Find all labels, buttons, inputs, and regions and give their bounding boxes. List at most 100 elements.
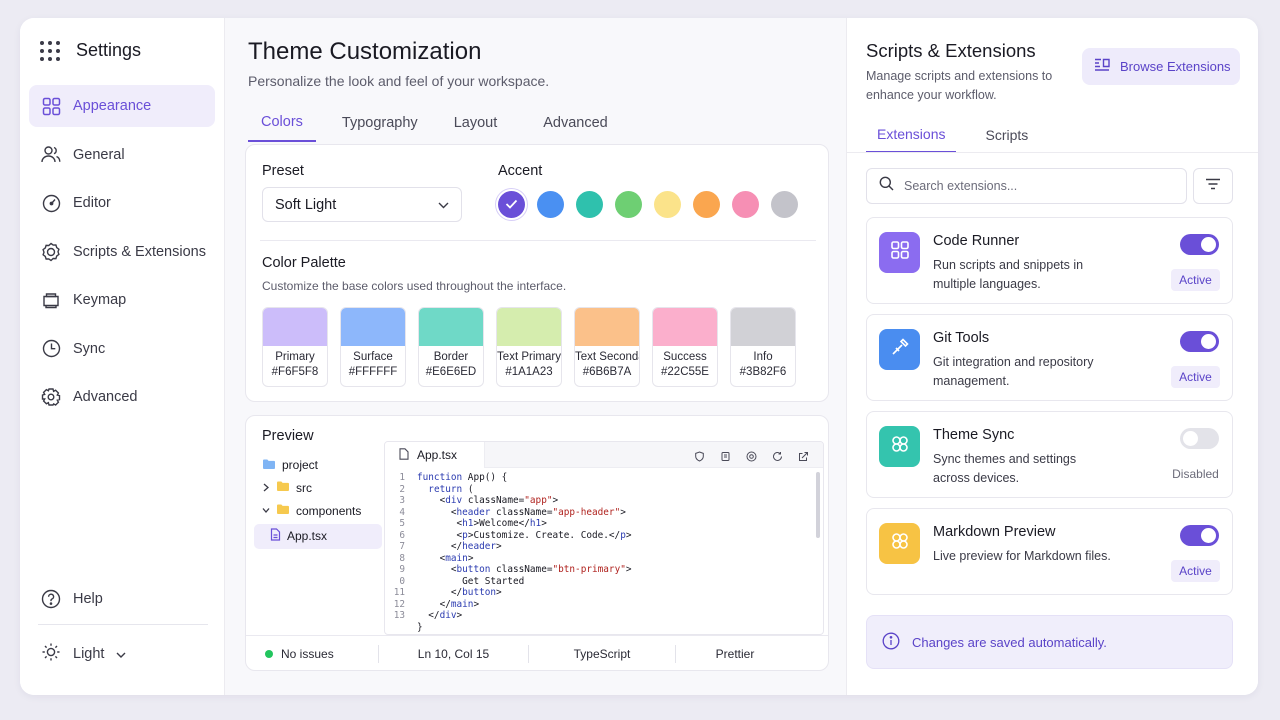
tab-extensions[interactable]: Extensions	[866, 116, 957, 153]
sun-icon	[41, 642, 61, 666]
tab-typography[interactable]: Typography	[329, 104, 431, 142]
tab-colors[interactable]: Colors	[248, 104, 316, 142]
preset-label: Preset	[262, 163, 304, 179]
sidebar-item-appearance[interactable]: Appearance	[29, 85, 215, 127]
editor-tab-app-tsx[interactable]: App.tsx	[385, 442, 485, 468]
extension-tile	[879, 426, 920, 467]
accent-swatch[interactable]	[498, 191, 525, 218]
share-icon[interactable]	[798, 449, 809, 467]
browse-extensions-label: Browse Extensions	[1120, 59, 1231, 74]
code-text: </main>	[417, 598, 480, 610]
accent-swatch[interactable]	[576, 191, 603, 218]
extension-card[interactable]: Markdown Preview Live preview for Markdow…	[866, 508, 1233, 595]
tab-advanced[interactable]: Advanced	[530, 104, 621, 142]
tree-item-project[interactable]: project	[254, 454, 382, 476]
line-number: 8	[399, 552, 405, 564]
chevron-down-icon	[262, 504, 270, 518]
palette-color[interactable]: Success #22C55E	[652, 307, 718, 387]
palette-color[interactable]: Info #3B82F6	[730, 307, 796, 387]
palette-chip	[419, 308, 483, 346]
sidebar-item-advanced[interactable]: Advanced	[29, 376, 215, 418]
search-input[interactable]	[904, 179, 1164, 193]
sidebar: Settings Appearance General Editor Scrip…	[20, 18, 225, 695]
tree-item-label: src	[296, 480, 312, 495]
palette-subtitle: Customize the base colors used throughou…	[262, 279, 567, 293]
extension-tile	[879, 523, 920, 564]
sidebar-item-general[interactable]: General	[29, 134, 215, 176]
refresh-icon[interactable]	[772, 449, 783, 467]
sidebar-item-keymap[interactable]: Keymap	[29, 279, 215, 321]
preset-select[interactable]: Soft Light	[262, 187, 462, 222]
autosave-text: Changes are saved automatically.	[912, 634, 1107, 650]
editor-scrollbar[interactable]	[816, 472, 820, 538]
palette-color[interactable]: Text Primary #1A1A23	[496, 307, 562, 387]
palette-color-hex: #1A1A23	[505, 366, 553, 378]
copy-icon[interactable]	[720, 449, 731, 467]
sidebar-item-sync[interactable]: Sync	[29, 328, 215, 370]
line-number: 12	[393, 598, 405, 610]
accent-swatch[interactable]	[615, 191, 642, 218]
page-title: Theme Customization	[248, 38, 482, 65]
info-icon	[882, 632, 900, 653]
app-grid-icon[interactable]	[40, 40, 60, 61]
accent-swatch[interactable]	[732, 191, 759, 218]
extension-card[interactable]: Code Runner Run scripts and snippets in m…	[866, 217, 1233, 304]
file-tree: project src components App.tsx	[254, 454, 382, 549]
status-issues: No issues	[246, 645, 379, 663]
flower-icon	[890, 531, 910, 556]
extension-description: Sync themes and settings across devices.	[933, 452, 1077, 485]
tree-item-app-tsx[interactable]: App.tsx	[254, 523, 382, 549]
palette-chip	[575, 308, 639, 346]
extension-toggle[interactable]	[1180, 525, 1219, 546]
code-text: <p>Customize. Create. Code.</p>	[417, 529, 632, 541]
status-language: TypeScript	[529, 645, 676, 663]
accent-swatch[interactable]	[537, 191, 564, 218]
status-badge: Active	[1171, 366, 1220, 388]
browse-extensions-button[interactable]: Browse Extensions	[1082, 48, 1240, 85]
code-text: function App() {	[417, 472, 508, 483]
tab-layout[interactable]: Layout	[441, 104, 511, 142]
theme-mode-toggle[interactable]: Light	[41, 642, 126, 666]
extension-toggle[interactable]	[1180, 331, 1219, 352]
accent-swatch[interactable]	[693, 191, 720, 218]
autosave-info: Changes are saved automatically.	[866, 615, 1233, 669]
status-badge: Active	[1171, 560, 1220, 582]
status-badge: Disabled	[1172, 467, 1219, 481]
line-number: 6	[399, 529, 405, 541]
palette-color-name: Text Primary	[497, 351, 561, 363]
palette-color-hex: #3B82F6	[739, 366, 787, 378]
palette-color[interactable]: Text Secondary #6B6B7A	[574, 307, 640, 387]
code-line: 0 Get Started	[385, 576, 823, 588]
extension-name: Theme Sync	[933, 427, 1015, 443]
filter-button[interactable]	[1193, 168, 1233, 204]
palette-color[interactable]: Primary #F6F5F8	[262, 307, 328, 387]
extension-toggle[interactable]	[1180, 428, 1219, 449]
palette-color[interactable]: Surface #FFFFFF	[340, 307, 406, 387]
settings-icon[interactable]	[746, 449, 757, 467]
sidebar-item-editor[interactable]: Editor	[29, 182, 215, 224]
grid-icon	[890, 240, 910, 265]
extension-toggle[interactable]	[1180, 234, 1219, 255]
accent-swatch[interactable]	[654, 191, 681, 218]
tree-item-components[interactable]: components	[254, 500, 382, 522]
code-line: 3 <div className="app">	[385, 495, 823, 507]
tree-item-src[interactable]: src	[254, 477, 382, 499]
palette-color[interactable]: Border #E6E6ED	[418, 307, 484, 387]
sidebar-item-scripts-extensions[interactable]: Scripts & Extensions	[29, 231, 215, 273]
status-formatter: Prettier	[715, 647, 755, 661]
palette-chip	[731, 308, 795, 346]
sidebar-item-label: Sync	[73, 340, 106, 357]
code-line: 4 <header className="app-header">	[385, 507, 823, 519]
tab-scripts[interactable]: Scripts	[974, 116, 1039, 153]
palette-color-name: Text Secondary	[575, 351, 639, 363]
sidebar-item-help[interactable]: Help	[29, 578, 215, 620]
extension-card[interactable]: Git Tools Git integration and repository …	[866, 314, 1233, 401]
line-number: 1	[399, 472, 405, 483]
shield-icon[interactable]	[694, 449, 705, 467]
accent-swatch[interactable]	[771, 191, 798, 218]
code-editor[interactable]: App.tsx 1 function App() {2 return (3 <di…	[384, 441, 824, 635]
sidebar-nav: Appearance General Editor Scripts & Exte…	[29, 85, 215, 425]
extension-card[interactable]: Theme Sync Sync themes and settings acros…	[866, 411, 1233, 498]
code-line: 1 function App() {	[385, 472, 823, 484]
code-line: 13 </div>	[385, 610, 823, 622]
